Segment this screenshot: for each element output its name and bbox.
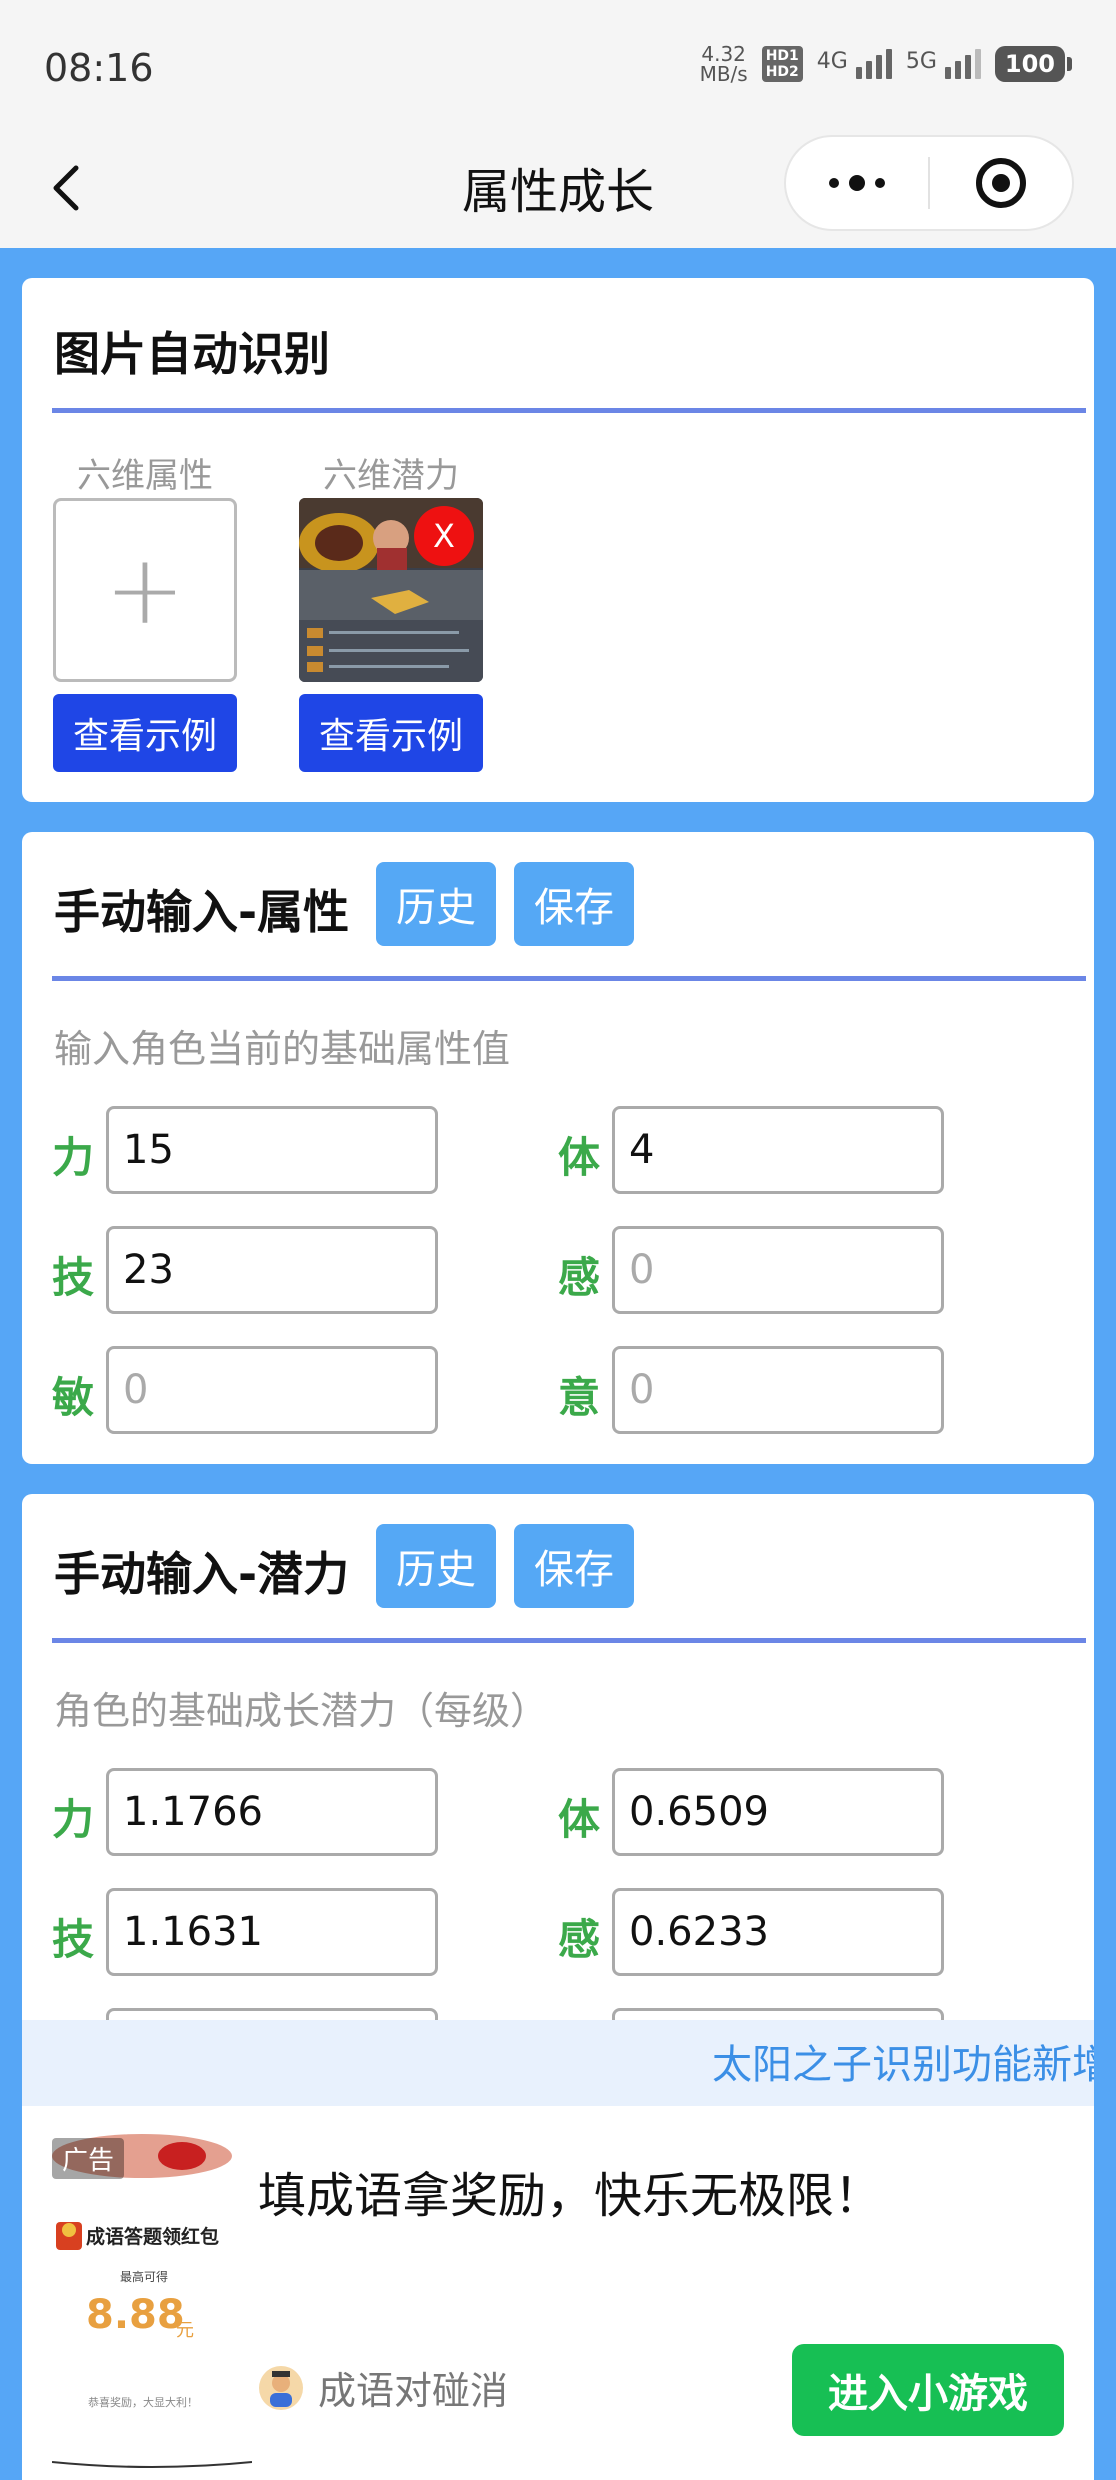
- mini-program-capsule: [784, 135, 1074, 231]
- input-agility[interactable]: 0: [106, 1346, 438, 1434]
- divider: [52, 1638, 1086, 1643]
- divider: [52, 976, 1086, 981]
- enter-game-button[interactable]: 进入小游戏: [792, 2344, 1064, 2436]
- card-title: 图片自动识别: [54, 327, 330, 381]
- field-label-strength: 力: [52, 1795, 95, 1844]
- input-skill-potential[interactable]: 1.1631: [106, 1888, 438, 1976]
- field-label-skill: 技: [52, 1915, 95, 1964]
- ad-tag: 广告: [52, 2138, 125, 2179]
- input-strength-potential[interactable]: 1.1766: [106, 1768, 438, 1856]
- field-label-constitution: 体: [558, 1133, 601, 1182]
- field-label-perception: 感: [558, 1253, 601, 1302]
- field-label-constitution: 体: [558, 1795, 601, 1844]
- plus-icon: +: [104, 534, 186, 646]
- view-example-button[interactable]: 查看示例: [53, 694, 237, 772]
- status-indicators: 4.32 MB/s HD1 HD2 4G 5G 100: [700, 44, 1072, 84]
- history-button[interactable]: 历史: [376, 862, 496, 946]
- input-constitution-potential[interactable]: 0.6509: [612, 1768, 944, 1856]
- input-will[interactable]: 0: [612, 1346, 944, 1434]
- field-label-will: 意: [558, 1373, 601, 1422]
- status-bar: 08:16 4.32 MB/s HD1 HD2 4G 5G 100: [0, 0, 1116, 130]
- ad-img-unit: 元: [176, 2320, 194, 2341]
- manual-potential-card: 手动输入-潜力 历史 保存 角色的基础成长潜力（每级） 力 1.1766 体 0…: [22, 1494, 1094, 2096]
- input-skill[interactable]: 23: [106, 1226, 438, 1314]
- hint-text: 输入角色当前的基础属性值: [54, 1027, 511, 1071]
- slot-potential-label: 六维潜力: [323, 456, 459, 496]
- field-label-agility: 敏: [52, 1373, 95, 1422]
- save-button[interactable]: 保存: [514, 1524, 634, 1608]
- card-title: 手动输入-潜力: [54, 1547, 350, 1601]
- ad-banner[interactable]: 广告 成语答题领红包 最高可得 8.88 元 恭喜奖励，大显大利！ 填成语拿奖励…: [22, 2106, 1094, 2480]
- signal-4g-icon: 4G: [817, 49, 892, 79]
- ad-overlay: 太阳之子识别功能新增 广告 成语答题领红包 最高可得 8.88 元 恭喜奖励，大…: [0, 2020, 1116, 2480]
- close-miniprogram-button[interactable]: [930, 137, 1072, 229]
- hd-badge: HD1 HD2: [761, 46, 803, 82]
- delete-image-button[interactable]: X: [414, 506, 474, 566]
- upload-attr-image[interactable]: +: [53, 498, 237, 682]
- status-time: 08:16: [44, 46, 154, 90]
- history-button[interactable]: 历史: [376, 1524, 496, 1608]
- signal-5g-icon: 5G: [906, 49, 981, 79]
- field-label-skill: 技: [52, 1253, 95, 1302]
- target-close-icon: [975, 158, 1026, 208]
- battery-icon: 100: [994, 46, 1072, 82]
- input-strength[interactable]: 15: [106, 1106, 438, 1194]
- save-button[interactable]: 保存: [514, 862, 634, 946]
- ad-app-name: 成语对碰消: [318, 2369, 509, 2413]
- manual-attr-card: 手动输入-属性 历史 保存 输入角色当前的基础属性值 力 15 体 4 技 23…: [22, 832, 1094, 1464]
- input-constitution[interactable]: 4: [612, 1106, 944, 1194]
- card-title: 手动输入-属性: [54, 885, 350, 939]
- network-speed: 4.32 MB/s: [699, 42, 748, 86]
- ad-img-title: 成语答题领红包: [86, 2226, 220, 2248]
- field-label-strength: 力: [52, 1133, 95, 1182]
- marquee-text: 太阳之子识别功能新增: [712, 2042, 1094, 2088]
- input-perception[interactable]: 0: [612, 1226, 944, 1314]
- ad-image[interactable]: 广告 成语答题领红包 最高可得 8.88 元 恭喜奖励，大显大利！: [52, 2126, 252, 2472]
- divider: [52, 408, 1086, 413]
- view-example-button[interactable]: 查看示例: [299, 694, 483, 772]
- notice-marquee: 太阳之子识别功能新增: [22, 2020, 1094, 2106]
- input-perception-potential[interactable]: 0.6233: [612, 1888, 944, 1976]
- slot-attr-label: 六维属性: [77, 456, 213, 496]
- ad-app-info: 成语对碰消: [258, 2360, 508, 2415]
- image-recognition-card: 图片自动识别 六维属性 + 查看示例 六维潜力 X 查看示例: [22, 278, 1094, 802]
- ad-headline: 填成语拿奖励，快乐无极限！: [258, 2168, 883, 2224]
- ad-img-foot: 恭喜奖励，大显大利！: [88, 2396, 198, 2409]
- hint-text: 角色的基础成长潜力（每级）: [54, 1689, 549, 1733]
- more-button[interactable]: [786, 137, 928, 229]
- ad-img-sub: 最高可得: [120, 2270, 169, 2284]
- field-label-perception: 感: [558, 1915, 601, 1964]
- ad-img-amount: 8.88: [86, 2292, 185, 2338]
- app-avatar-icon: [259, 2365, 303, 2410]
